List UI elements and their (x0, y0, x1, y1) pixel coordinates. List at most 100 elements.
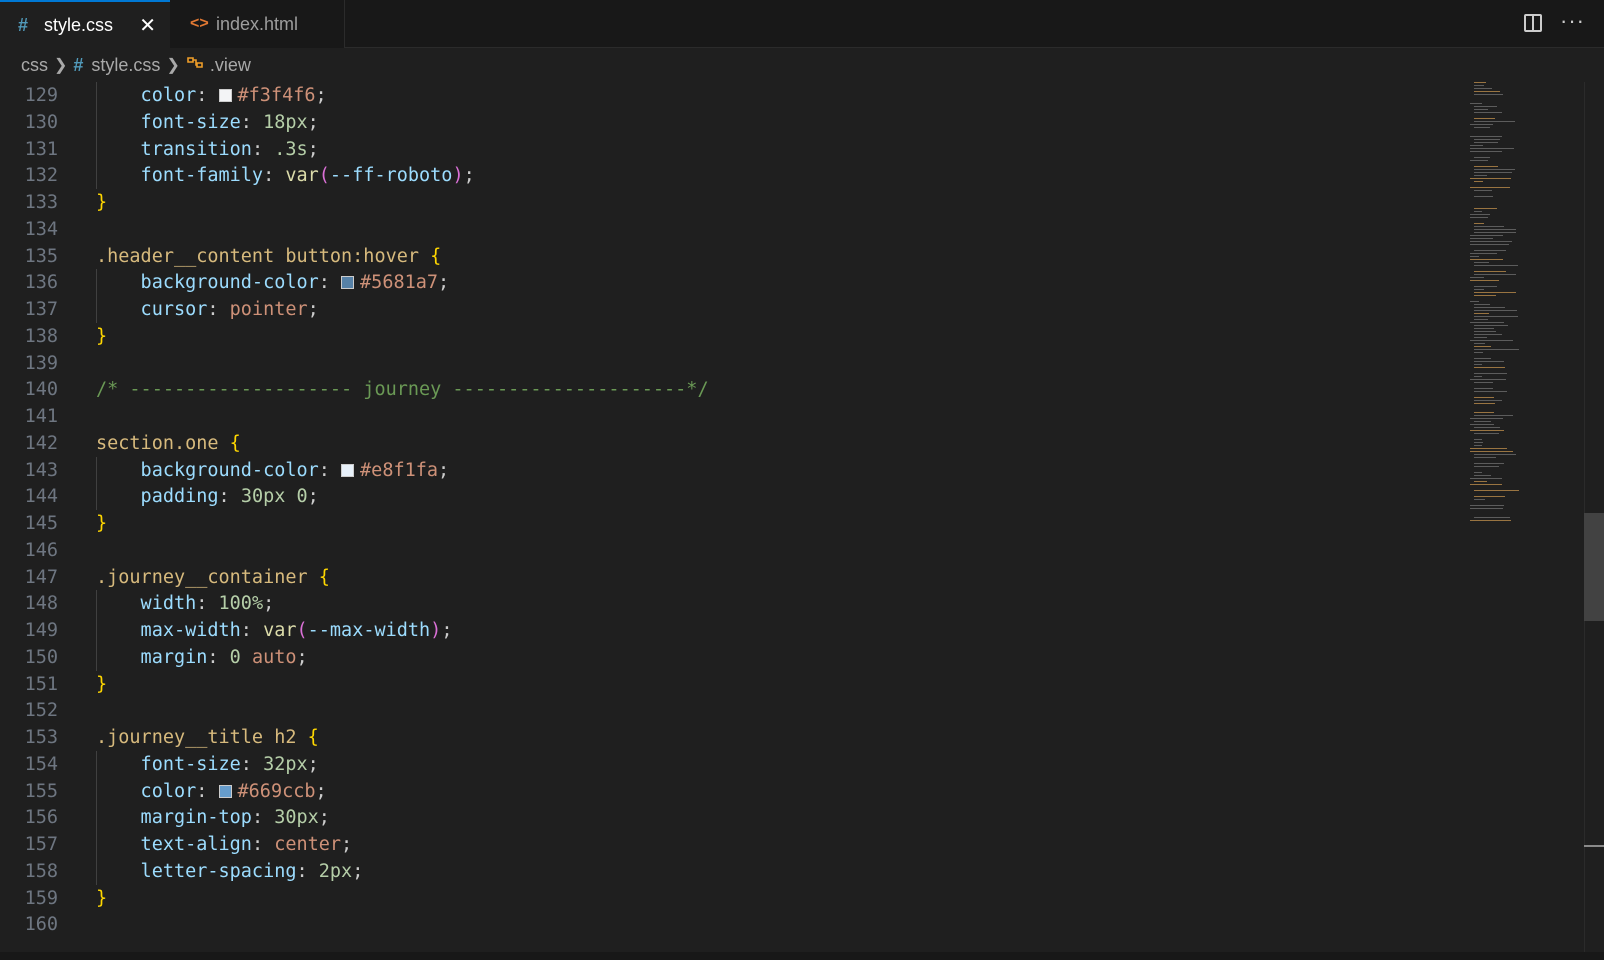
code-line[interactable]: 133} (0, 189, 1470, 216)
minimap-line (1474, 343, 1485, 344)
code-line[interactable]: 148 width: 100%; (0, 590, 1470, 617)
breadcrumb-file[interactable]: style.css (91, 55, 160, 76)
minimap-line (1474, 169, 1515, 170)
breadcrumb-symbol[interactable]: .view (210, 55, 251, 76)
code-line[interactable]: 142 section.one { (0, 430, 1470, 457)
code-line[interactable]: 131 transition: .3s; (0, 136, 1470, 163)
code-line[interactable]: 132 font-family: var(--ff-roboto); (0, 162, 1470, 189)
line-number: 153 (24, 727, 58, 748)
token: #669ccb (237, 780, 316, 802)
color-swatch[interactable] (218, 89, 232, 102)
token: } (96, 673, 108, 695)
code-text: text-align: center; (96, 831, 353, 858)
code-line[interactable]: 140 /* -------------------- journey -----… (0, 376, 1470, 403)
minimap-line (1470, 520, 1511, 521)
token: #e8f1fa (360, 459, 439, 481)
minimap-line (1474, 463, 1504, 464)
tab-label: index.html (216, 13, 299, 34)
minimap-line (1474, 91, 1500, 92)
code-text: } (96, 510, 107, 537)
tab-index-html[interactable]: <> index.html (170, 0, 345, 48)
minimap-line (1474, 388, 1493, 389)
code-line[interactable]: 149 max-width: var(--max-width); (0, 617, 1470, 644)
token: : (251, 834, 275, 855)
token: ; (441, 620, 453, 641)
line-number: 132 (24, 165, 58, 187)
code-text: .header__content button:hover { (96, 243, 441, 270)
code-line[interactable]: 139 (0, 350, 1470, 377)
minimap-line (1474, 427, 1500, 428)
token: ; (307, 111, 319, 133)
code-line[interactable]: 147 .journey__container { (0, 564, 1470, 591)
code-line[interactable]: 135 .header__content button:hover { (0, 243, 1470, 270)
code-line[interactable]: 130 font-size: 18px; (0, 109, 1470, 136)
scrollbar-thumb[interactable] (1584, 513, 1604, 621)
code-line[interactable]: 159} (0, 885, 1470, 912)
token: : (251, 807, 275, 829)
code-line[interactable]: 146 (0, 537, 1470, 564)
minimap-line (1474, 358, 1491, 359)
minimap-line (1474, 106, 1497, 107)
code-line[interactable]: 136 background-color: #5681a7; (0, 269, 1470, 296)
minimap-line (1474, 289, 1484, 290)
minimap-line (1474, 499, 1485, 500)
code-line[interactable]: 144 padding: 30px 0; (0, 483, 1470, 510)
code-line[interactable]: 155 color: #669ccb; (0, 778, 1470, 805)
line-number: 147 (24, 566, 58, 588)
minimap-line (1470, 301, 1479, 302)
split-editor-icon[interactable] (1524, 14, 1542, 32)
token: : (263, 165, 286, 187)
token: /* -------------------- journey --------… (96, 379, 709, 401)
code-line[interactable]: 158 letter-spacing: 2px; (0, 858, 1470, 885)
minimap-line (1474, 325, 1508, 326)
code-line[interactable]: 154 font-size: 32px; (0, 751, 1470, 778)
more-actions-icon[interactable]: ··· (1560, 8, 1585, 34)
minimap-line (1474, 334, 1502, 335)
token: ; (307, 753, 319, 775)
code-line[interactable]: 150 margin: 0 auto; (0, 644, 1470, 671)
code-editor[interactable]: 129 color: #f3f4f6; 130 font-size: 18px; 1… (0, 82, 1470, 952)
minimap-line (1474, 286, 1497, 287)
color-swatch[interactable] (341, 276, 355, 290)
code-line[interactable]: 145} (0, 510, 1470, 537)
close-icon[interactable]: ✕ (139, 13, 156, 38)
token: : (196, 780, 219, 802)
code-text: letter-spacing: 2px; (96, 858, 364, 885)
code-line[interactable]: 141 (0, 403, 1470, 430)
line-number: 149 (24, 620, 58, 641)
minimap-line (1474, 307, 1505, 308)
minimap-line (1474, 490, 1519, 491)
minimap-line (1474, 481, 1487, 482)
token: #5681a7 (360, 272, 439, 294)
code-line[interactable]: 129 color: #f3f4f6; (0, 82, 1470, 109)
code-line[interactable]: 138} (0, 323, 1470, 350)
line-number: 142 (24, 432, 58, 454)
minimap-line (1474, 376, 1482, 377)
code-line[interactable]: 153 .journey__title h2 { (0, 724, 1470, 751)
line-number: 155 (24, 780, 58, 802)
code-line[interactable]: 151} (0, 671, 1470, 698)
code-line[interactable]: 160 (0, 911, 1470, 938)
token: 0 (229, 646, 252, 668)
code-line[interactable]: 156 margin-top: 30px; (0, 804, 1470, 831)
color-swatch[interactable] (218, 784, 232, 798)
minimap-line (1470, 187, 1510, 188)
minimap-line (1474, 265, 1518, 266)
code-line[interactable]: 157 text-align: center; (0, 831, 1470, 858)
color-swatch[interactable] (341, 463, 355, 477)
token: section.one (96, 432, 230, 454)
code-line[interactable]: 134 (0, 216, 1470, 243)
tab-style-css[interactable]: # style.css ✕ (0, 0, 170, 48)
indent-guide (96, 590, 97, 671)
minimap[interactable] (1470, 82, 1550, 952)
line-number: 130 (24, 111, 58, 133)
code-text: margin: 0 auto; (96, 644, 308, 671)
token: margin-top (96, 807, 252, 829)
code-line[interactable]: 137 cursor: pointer; (0, 296, 1470, 323)
code-line[interactable]: 152 (0, 697, 1470, 724)
code-text: font-size: 18px; (96, 109, 319, 136)
token: : (318, 272, 342, 294)
code-line[interactable]: 143 background-color: #e8f1fa; (0, 457, 1470, 484)
breadcrumb-folder[interactable]: css (21, 55, 48, 76)
minimap-line (1474, 457, 1496, 458)
